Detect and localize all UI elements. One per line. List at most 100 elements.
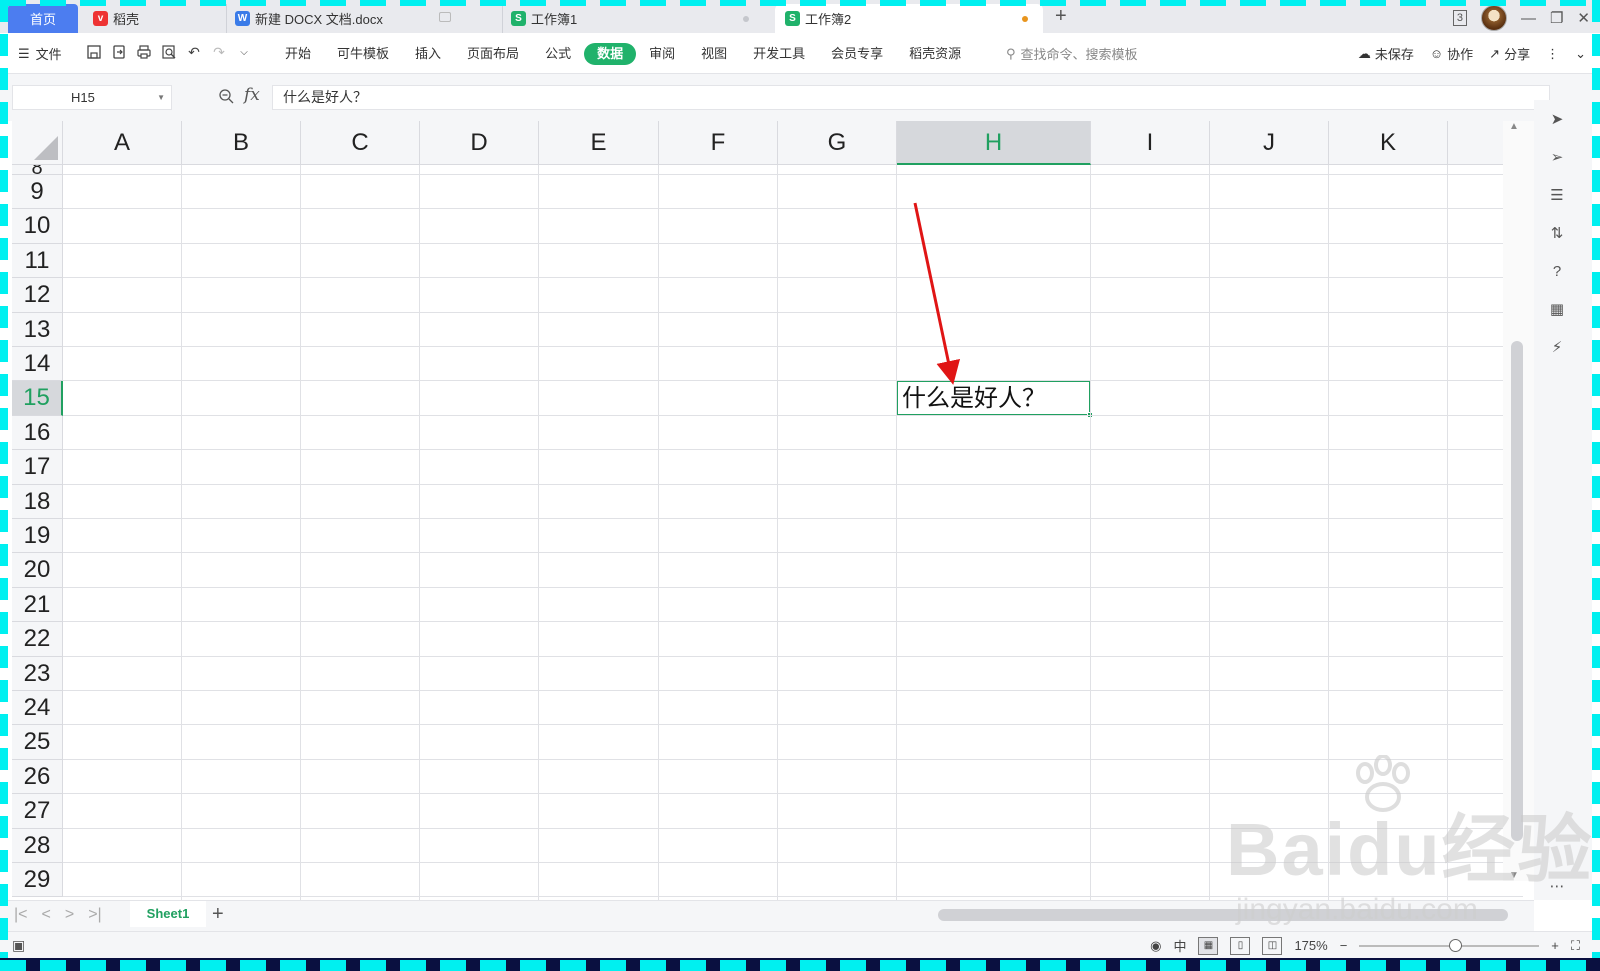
row-header-13[interactable]: 13 [12,312,63,347]
row-header-14[interactable]: 14 [12,347,63,382]
row-header-8[interactable]: 8 [12,165,63,175]
tab-doke[interactable]: v 稻壳 [85,4,220,33]
vertical-scroll-thumb[interactable] [1511,341,1523,841]
active-cell-h15[interactable]: 什么是好人？ [896,380,1093,418]
row-header-9[interactable]: 9 [12,175,63,210]
avatar[interactable] [1480,5,1507,31]
transform-icon[interactable]: ⇅ [1546,222,1568,244]
column-header-g[interactable]: G [778,121,897,165]
add-sheet-button[interactable]: + [212,903,224,926]
last-sheet-icon[interactable]: >| [88,906,102,924]
chevron-down-icon[interactable]: ▼ [157,86,165,109]
row-header-26[interactable]: 26 [12,759,63,795]
macro-record-icon[interactable]: ▣ [12,937,25,954]
row-header-28[interactable]: 28 [12,828,63,863]
menu-member[interactable]: 会员专享 [818,43,896,65]
menu-page-layout[interactable]: 页面布局 [454,43,532,65]
new-tab-button[interactable]: + [1055,5,1067,28]
row-header-10[interactable]: 10 [12,209,63,244]
row-header-25[interactable]: 25 [12,725,63,760]
collapse-ribbon-icon[interactable]: ⌄ [1575,46,1586,62]
column-header-d[interactable]: D [420,121,539,165]
menu-view[interactable]: 视图 [688,43,740,65]
tab-workbook2[interactable]: S 工作簿2 [775,4,1043,33]
tab-docx[interactable]: W 新建 DOCX 文档.docx [226,4,496,33]
command-search[interactable]: ⚲ 查找命令、搜索模板 [1006,44,1138,63]
formula-input[interactable]: 什么是好人？ [272,85,1550,110]
cursor-icon[interactable]: ➢ [1546,146,1568,168]
export-icon[interactable] [110,43,128,61]
column-header-f[interactable]: F [659,121,778,165]
rocket-icon[interactable]: ➤ [1546,108,1568,130]
zoom-formula-icon[interactable] [218,88,234,104]
print-preview-icon[interactable] [160,43,178,61]
row-header-19[interactable]: 19 [12,519,63,554]
fullscreen-icon[interactable]: ⛶ [1571,938,1580,954]
next-sheet-icon[interactable]: > [65,906,74,924]
zoom-slider-knob[interactable] [1449,938,1463,952]
menu-insert[interactable]: 插入 [402,43,454,65]
first-sheet-icon[interactable]: |< [14,906,28,924]
print-icon[interactable] [135,43,153,61]
menu-doke-resources[interactable]: 稻壳资源 [896,43,974,65]
row-header-22[interactable]: 22 [12,622,63,657]
tab-home[interactable]: 首页 [8,4,78,33]
row-header-20[interactable]: 20 [12,553,63,588]
menu-review[interactable]: 审阅 [636,43,688,65]
menu-data[interactable]: 数据 [584,42,637,65]
menu-formulas[interactable]: 公式 [532,43,584,65]
row-header-15[interactable]: 15 [12,381,63,416]
zoom-slider[interactable] [1359,938,1540,952]
scroll-up-icon[interactable]: ▲ [1509,121,1519,132]
zoom-out-icon[interactable]: − [1340,938,1348,953]
fx-icon[interactable]: fx [244,85,260,105]
redo-icon[interactable]: ↷ [210,43,228,61]
lightning-icon[interactable]: ⚡ [1546,336,1568,358]
zoom-in-icon[interactable]: + [1551,938,1559,953]
column-header-h[interactable]: H [897,121,1091,165]
eye-protection-icon[interactable]: ◉ [1150,938,1161,954]
sheet-tab-sheet1[interactable]: Sheet1 [130,901,206,927]
column-header-k[interactable]: K [1329,121,1448,165]
name-box[interactable]: H15 ▼ [12,85,172,110]
store-icon[interactable]: ▦ [1546,298,1568,320]
column-header-i[interactable]: I [1091,121,1210,165]
column-header-c[interactable]: C [301,121,420,165]
row-header-16[interactable]: 16 [12,415,63,451]
save-icon[interactable] [85,43,103,61]
page-layout-view-icon[interactable]: ▯ [1230,936,1251,955]
minimize-icon[interactable]: — [1521,10,1536,27]
column-header-b[interactable]: B [182,121,301,165]
collab-button[interactable]: ☺ 协作 [1430,44,1473,63]
column-header-j[interactable]: J [1210,121,1329,165]
row-header-29[interactable]: 29 [12,863,63,898]
prev-sheet-icon[interactable]: < [42,906,51,924]
menu-templates[interactable]: 可牛模板 [324,43,402,65]
restore-icon[interactable]: ❐ [1550,9,1563,27]
help-icon[interactable]: ? [1546,260,1568,282]
column-header-e[interactable]: E [539,121,659,165]
file-menu[interactable]: ☰ 文件 [18,44,62,63]
more-icon[interactable]: ⋮ [1546,46,1559,62]
menu-developer[interactable]: 开发工具 [740,43,818,65]
tab-workbook1[interactable]: S 工作簿1 [502,4,764,33]
select-all-corner[interactable] [12,121,63,165]
normal-view-icon[interactable]: ▦ [1198,936,1219,955]
row-header-17[interactable]: 17 [12,450,63,485]
column-header-a[interactable]: A [63,121,182,165]
filter-settings-icon[interactable]: ☰ [1546,184,1568,206]
row-header-12[interactable]: 12 [12,278,63,313]
zoom-level[interactable]: 175% [1294,938,1327,953]
share-button[interactable]: ↗ 分享 [1489,44,1530,63]
unsaved-button[interactable]: ☁ 未保存 [1358,44,1414,63]
vertical-scrollbar[interactable]: ▲ ▼ [1503,121,1534,881]
page-break-view-icon[interactable]: ◫ [1262,936,1283,955]
undo-icon[interactable]: ↶ [185,43,203,61]
row-header-11[interactable]: 11 [12,243,63,279]
row-header-27[interactable]: 27 [12,794,63,829]
input-method-icon[interactable]: 中 [1173,936,1186,955]
row-header-24[interactable]: 24 [12,691,63,726]
menu-home[interactable]: 开始 [272,43,324,65]
window-count-badge[interactable]: 3 [1452,10,1467,26]
close-icon[interactable]: ✕ [1577,9,1590,27]
